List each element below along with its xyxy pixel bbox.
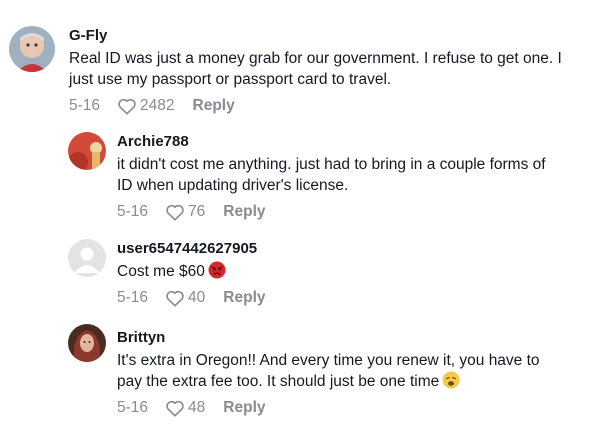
like-count: 2482 [140, 97, 175, 114]
heart-outline-icon [166, 204, 184, 221]
comment-text-line: ID when updating driver's license. [117, 177, 349, 194]
like-button[interactable]: 40 [165, 289, 205, 307]
comment-date: 5-16 [117, 399, 149, 416]
reply-item: user6547442627905 Cost me $60 5-16 40 Re… [0, 226, 607, 314]
comment-text-line: pay the extra fee too. It should just be… [117, 371, 540, 392]
comment-text: Cost me $60 [117, 261, 266, 282]
default-avatar-icon [68, 239, 106, 277]
heart-outline-icon [118, 98, 136, 115]
reply-button[interactable]: Reply [223, 203, 265, 221]
comment-text: It's extra in Oregon!! And every time yo… [117, 350, 540, 392]
reply-button[interactable]: Reply [223, 399, 265, 417]
avatar[interactable] [9, 26, 55, 72]
weary-face-emoji [442, 371, 460, 389]
comment-meta: 5-16 48 Reply [117, 398, 540, 418]
heart-outline-icon [166, 400, 184, 417]
comment-username[interactable]: G-Fly [69, 27, 562, 45]
heart-outline-icon [166, 290, 184, 307]
comment-text-line: Real ID was just a money grab for our go… [69, 50, 562, 67]
comment-text: Real ID was just a money grab for our go… [69, 48, 562, 90]
comment-date: 5-16 [69, 97, 101, 114]
like-count: 48 [188, 399, 206, 416]
like-button[interactable]: 2482 [117, 97, 175, 115]
like-count: 40 [188, 289, 206, 306]
reply-button[interactable]: Reply [223, 289, 265, 307]
comment-text-line: It's extra in Oregon!! And every time yo… [117, 352, 540, 369]
reply-item: Archie788 it didn't cost me anything. ju… [0, 118, 607, 226]
like-button[interactable]: 76 [165, 203, 205, 221]
avatar-image [68, 324, 106, 362]
avatar-image [68, 132, 106, 170]
avatar[interactable] [68, 132, 106, 170]
comment-date: 5-16 [117, 289, 149, 306]
comment-meta: 5-16 40 Reply [117, 288, 266, 308]
like-count: 76 [188, 203, 206, 220]
comment-date: 5-16 [117, 203, 149, 220]
avatar[interactable] [68, 324, 106, 362]
comment-username[interactable]: Brittyn [117, 329, 540, 347]
reply-item: Brittyn It's extra in Oregon!! And every… [0, 314, 607, 426]
comment-text: it didn't cost me anything. just had to … [117, 154, 546, 196]
comment-text-line: just use my passport or passport card to… [69, 71, 392, 88]
angry-face-emoji [208, 261, 226, 279]
comment-username[interactable]: Archie788 [117, 133, 546, 151]
comment-meta: 5-16 76 Reply [117, 202, 546, 222]
comment-username[interactable]: user6547442627905 [117, 240, 266, 258]
avatar-image [9, 26, 55, 72]
avatar[interactable] [68, 239, 106, 277]
like-button[interactable]: 48 [165, 399, 205, 417]
comment-text-line: it didn't cost me anything. just had to … [117, 156, 546, 173]
comment-item: G-Fly Real ID was just a money grab for … [0, 0, 607, 118]
comment-meta: 5-16 2482 Reply [69, 96, 562, 116]
comment-text-line: Cost me $60 [117, 261, 266, 282]
reply-button[interactable]: Reply [193, 97, 235, 115]
